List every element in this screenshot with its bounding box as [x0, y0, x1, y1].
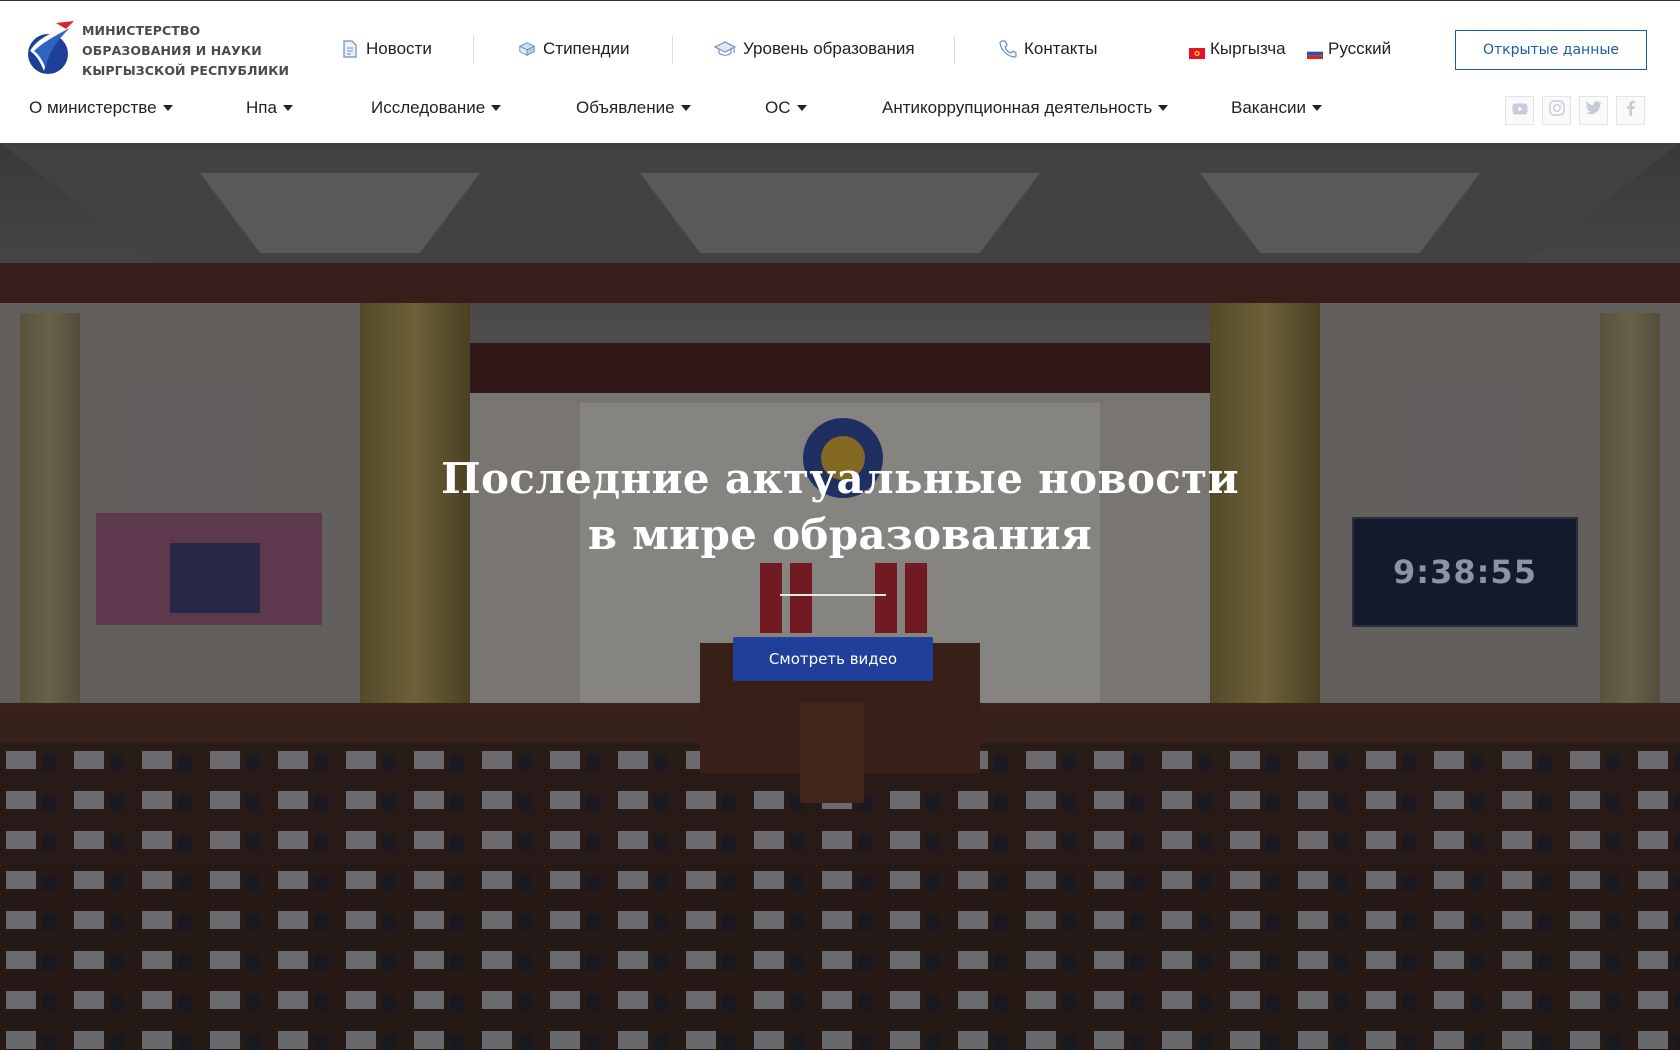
facebook-icon — [1626, 100, 1635, 121]
top-link-education-level[interactable]: Уровень образования — [714, 39, 915, 59]
caret-down-icon — [491, 105, 502, 111]
ministry-name-line-3: КЫРГЫЗСКОЙ РЕСПУБЛИКИ — [82, 63, 290, 78]
facebook-link[interactable] — [1616, 96, 1645, 125]
divider — [954, 36, 955, 64]
language-label: Русский — [1328, 39, 1392, 58]
top-link-label: Новости — [366, 39, 432, 58]
top-link-news[interactable]: Новости — [341, 39, 432, 59]
top-link-label: Уровень образования — [743, 39, 915, 58]
nav-item-research[interactable]: Исследование — [371, 98, 502, 118]
caret-down-icon — [1158, 105, 1169, 111]
nav-item-about-ministry[interactable]: О министерстве — [29, 98, 173, 118]
caret-down-icon — [796, 105, 807, 111]
flag-ru-icon — [1306, 44, 1324, 59]
nav-item-npa[interactable]: Нпа — [246, 98, 293, 118]
hero-divider — [780, 594, 886, 596]
caret-down-icon — [1311, 105, 1322, 111]
twitter-icon — [1585, 101, 1602, 120]
nav-item-anticorruption[interactable]: Антикоррупционная деятельность — [882, 98, 1169, 118]
youtube-link[interactable] — [1505, 96, 1534, 125]
hero-title: Последние актуальные новости в мире обра… — [0, 451, 1680, 563]
top-link-label: Контакты — [1024, 39, 1098, 58]
caret-down-icon — [680, 105, 691, 111]
nav-item-label: О министерстве — [29, 98, 157, 117]
language-label: Кыргызча — [1210, 39, 1286, 58]
open-data-button[interactable]: Открытые данные — [1455, 30, 1647, 70]
graduation-cap-icon — [714, 40, 736, 58]
nav-item-vacancies[interactable]: Вакансии — [1231, 98, 1322, 118]
watch-video-button[interactable]: Смотреть видео — [733, 637, 933, 681]
top-link-scholarships[interactable]: Стипендии — [518, 39, 630, 59]
top-link-label: Стипендии — [543, 39, 630, 58]
nav-item-os[interactable]: ОС — [765, 98, 807, 118]
nav-item-label: Вакансии — [1231, 98, 1306, 117]
caret-down-icon — [162, 105, 173, 111]
ministry-name: МИНИСТЕРСТВО ОБРАЗОВАНИЯ И НАУКИ КЫРГЫЗС… — [82, 21, 289, 81]
ministry-emblem-icon — [26, 21, 76, 77]
divider — [672, 36, 673, 64]
hero-title-line-1: Последние актуальные новости — [441, 454, 1239, 503]
nav-item-label: ОС — [765, 98, 791, 117]
language-russian[interactable]: Русский — [1306, 39, 1392, 59]
nav-item-label: Исследование — [371, 98, 486, 117]
nav-item-label: Объявление — [576, 98, 675, 117]
box-icon — [518, 40, 536, 58]
youtube-icon — [1512, 102, 1528, 120]
ministry-logo[interactable]: МИНИСТЕРСТВО ОБРАЗОВАНИЯ И НАУКИ КЫРГЫЗС… — [26, 21, 289, 81]
language-kyrgyz[interactable]: Кыргызча — [1189, 39, 1286, 59]
instagram-link[interactable] — [1542, 96, 1571, 125]
document-icon — [341, 40, 359, 58]
instagram-icon — [1548, 100, 1565, 121]
nav-item-label: Нпа — [246, 98, 277, 117]
twitter-link[interactable] — [1579, 96, 1608, 125]
site-header: МИНИСТЕРСТВО ОБРАЗОВАНИЯ И НАУКИ КЫРГЫЗС… — [0, 0, 1680, 143]
ministry-name-line-1: МИНИСТЕРСТВО — [82, 23, 201, 38]
hero-title-line-2: в мире образования — [587, 510, 1093, 559]
flag-kg-icon — [1189, 44, 1205, 59]
divider — [473, 36, 474, 64]
hero-banner: 9:38:55 Последние актуальные новости в м… — [0, 143, 1680, 1050]
nav-item-label: Антикоррупционная деятельность — [882, 98, 1153, 117]
social-links — [1505, 96, 1653, 125]
caret-down-icon — [282, 105, 293, 111]
top-link-contacts[interactable]: Контакты — [999, 39, 1097, 59]
phone-icon — [999, 40, 1017, 58]
nav-item-announcements[interactable]: Объявление — [576, 98, 691, 118]
ministry-name-line-2: ОБРАЗОВАНИЯ И НАУКИ — [82, 43, 262, 58]
